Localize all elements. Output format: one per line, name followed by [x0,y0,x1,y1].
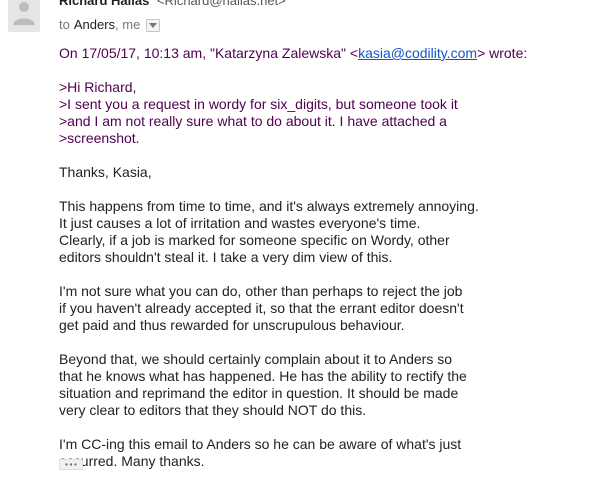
reply-line: Clearly, if a job is marked for someone … [59,232,450,248]
email-message-view: Richard Hallas <Richard@hallas.net> to A… [0,0,613,486]
recipients-prefix: to [59,17,70,32]
quoted-sender-email-link[interactable]: kasia@codility.com [358,45,477,61]
show-trimmed-content-button[interactable] [59,459,83,470]
reply-line: It just causes a lot of irritation and w… [59,215,421,231]
show-details-button[interactable] [146,18,161,32]
reply-line: situation and reprimand the editor in qu… [59,385,459,401]
reply-paragraph: Beyond that, we should certainly complai… [59,351,599,419]
quote-attribution: On 17/05/17, 10:13 am, "Katarzyna Zalews… [59,45,599,62]
quote-attribution-prefix: On 17/05/17, 10:13 am, "Katarzyna Zalews… [59,45,359,61]
reply-line: if you haven't already accepted it, so t… [59,300,464,316]
reply-line: Thanks, Kasia, [59,164,152,180]
reply-line: editors shouldn't steal it. I take a ver… [59,249,393,265]
quoted-text: >Hi Richard, >I sent you a request in wo… [59,79,599,147]
reply-line: occurred. Many thanks. [59,453,205,469]
reply-paragraph: This happens from time to time, and it's… [59,198,599,266]
chevron-down-icon [149,22,158,28]
quoted-line: >I sent you a request in wordy for six_d… [59,96,458,112]
reply-paragraph: Thanks, Kasia, [59,164,599,181]
quoted-line: >and I am not really sure what to do abo… [59,113,447,129]
reply-line: that he knows what has happened. He has … [59,368,467,384]
recipient-name: Anders [73,17,116,32]
reply-line: Beyond that, we should certainly complai… [59,351,453,367]
quoted-line: >screenshot. [59,130,140,146]
sender-email: <Richard@hallas.net> [156,0,286,8]
reply-paragraph: I'm not sure what you can do, other than… [59,283,599,334]
ellipsis-icon [65,463,77,466]
reply-line: I'm not sure what you can do, other than… [59,283,463,299]
recipient-rest: , me [115,17,141,32]
person-silhouette-icon [8,0,40,32]
sender-name[interactable]: Richard Hallas [59,0,149,8]
reply-line: I'm CC-ing this email to Anders so he ca… [59,436,462,452]
reply-line: get paid and thus rewarded for unscrupul… [59,317,405,333]
quote-attribution-suffix: > wrote: [477,45,528,61]
reply-line: very clear to editors that they should N… [59,402,367,418]
quoted-line: >Hi Richard, [59,79,137,95]
reply-paragraph: I'm CC-ing this email to Anders so he ca… [59,436,599,470]
reply-line: This happens from time to time, and it's… [59,198,479,214]
sender-line: Richard Hallas <Richard@hallas.net> [59,0,286,9]
message-body: On 17/05/17, 10:13 am, "Katarzyna Zalews… [59,45,599,470]
recipients-line: to Anders , me [59,17,161,33]
avatar [8,0,40,32]
